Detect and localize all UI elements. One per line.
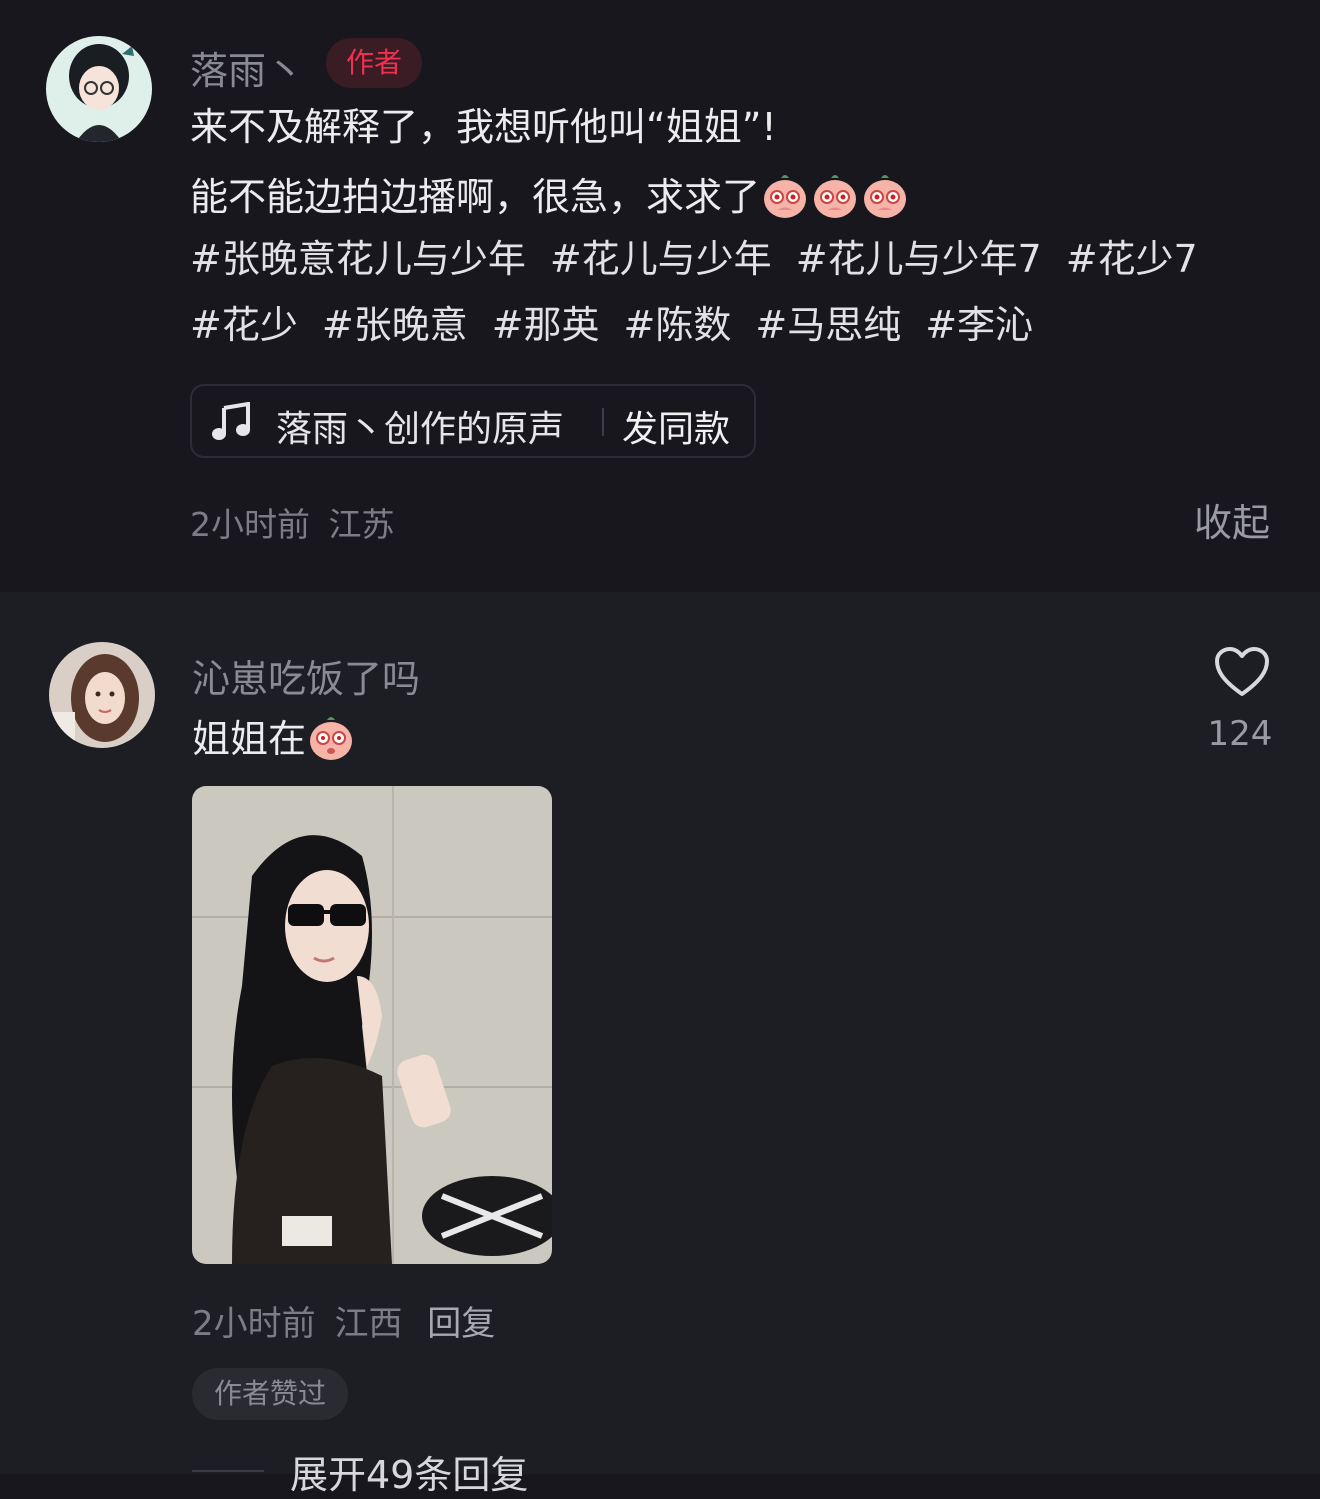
reply-image[interactable] [192, 786, 552, 1264]
author-avatar[interactable] [46, 36, 152, 142]
reply-meta: 2小时前 江西 回复 [192, 1296, 495, 1345]
reply-text: 姐姐在 [192, 717, 307, 761]
original-sound-label: 落雨丶创作的原声 [276, 409, 565, 450]
hashtag-link[interactable]: #那英 [492, 303, 600, 347]
pleading-peach-emoji-icon [814, 175, 857, 218]
pleading-peach-emoji-icon [764, 175, 807, 218]
pleading-peach-emoji-icon [864, 175, 907, 218]
use-sound-button[interactable]: 发同款 [622, 400, 730, 452]
comment-meta: 2小时前 江苏 [190, 498, 395, 546]
reply-text-line: 姐姐在 [192, 712, 356, 762]
comment-line2-text: 能不能边拍边播啊，很急，求求了 [190, 175, 761, 219]
hashtag-link[interactable]: #花儿与少年7 [796, 237, 1042, 281]
comment-location: 江苏 [328, 505, 395, 544]
heart-icon[interactable] [1214, 646, 1270, 698]
original-sound-chip[interactable]: 落雨丶创作的原声 发同款 [190, 384, 756, 458]
hashtag-link[interactable]: #李沁 [925, 303, 1033, 347]
hashtag-link[interactable]: #张晚意 [322, 303, 468, 347]
like-count: 124 [1207, 714, 1273, 754]
collapse-button[interactable]: 收起 [1194, 492, 1270, 547]
reply-user-avatar[interactable] [49, 642, 155, 748]
divider [192, 1470, 264, 1472]
hashtag-link[interactable]: #花儿与少年 [550, 237, 772, 281]
author-liked-badge: 作者赞过 [192, 1368, 348, 1420]
reply-time: 2小时前 [192, 1304, 316, 1344]
author-badge: 作者 [326, 38, 422, 88]
divider [602, 408, 604, 436]
hashtag-link[interactable]: #花少 [190, 303, 298, 347]
comment-time: 2小时前 [190, 505, 310, 544]
expand-replies-button[interactable]: 展开49条回复 [290, 1444, 528, 1499]
music-note-icon [212, 402, 250, 440]
hashtag-link[interactable]: #马思纯 [755, 303, 901, 347]
hashtag-link[interactable]: #陈数 [624, 303, 732, 347]
author-comment: 落雨丶 作者 来不及解释了，我想听他叫“姐姐”! 能不能边拍边播啊，很急，求求了… [0, 0, 1320, 592]
comment-line1-text: 来不及解释了，我想听他叫“姐姐”! [190, 105, 777, 149]
comment-text-line-2: 能不能边拍边播啊，很急，求求了 [190, 170, 910, 220]
reply-username[interactable]: 沁崽吃饭了吗 [192, 648, 420, 703]
hashtag-link[interactable]: #花少7 [1066, 237, 1198, 281]
surprised-peach-emoji-icon [310, 717, 353, 760]
author-username[interactable]: 落雨丶 [190, 40, 304, 95]
hashtag-row-1: #张晚意花儿与少年 #花儿与少年 #花儿与少年7 #花少7 [190, 236, 1222, 282]
comment-text-line-1: 来不及解释了，我想听他叫“姐姐”! [190, 104, 777, 150]
hashtag-row-2: #花少 #张晚意 #那英 #陈数 #马思纯 #李沁 [190, 302, 1057, 348]
hashtag-link[interactable]: #张晚意花儿与少年 [190, 237, 526, 281]
reply-location: 江西 [334, 1304, 403, 1344]
reply-button[interactable]: 回复 [427, 1304, 495, 1344]
